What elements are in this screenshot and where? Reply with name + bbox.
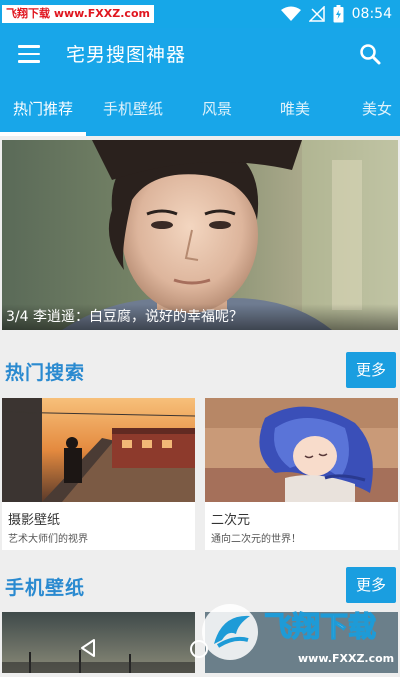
status-bar: 飞翔下载 www.FXXZ.com 08:54 — [0, 0, 400, 28]
battery-icon — [333, 5, 344, 23]
banner-image — [2, 140, 398, 330]
category-tabs: 热门推荐 手机壁纸 风景 唯美 美女 — [0, 80, 400, 136]
menu-icon[interactable] — [18, 45, 40, 63]
tab-hot-recommend[interactable]: 热门推荐 — [0, 80, 86, 136]
card-title: 摄影壁纸 — [8, 513, 61, 528]
app-bar: 宅男搜图神器 — [0, 28, 400, 80]
tab-scenery[interactable]: 风景 — [186, 80, 248, 136]
tab-beauty[interactable]: 美女 — [346, 80, 400, 136]
tab-aesthetic[interactable]: 唯美 — [264, 80, 326, 136]
no-signal-icon — [308, 6, 325, 22]
watermark-bottom-right: 飞翔下载 www.FXXZ.com — [198, 600, 398, 673]
wifi-icon — [280, 6, 301, 21]
watermark-top-left: 飞翔下载 www.FXXZ.com — [2, 5, 154, 23]
hot-search-header: 热门搜索 更多 — [0, 352, 400, 392]
banner-caption: 3/4 李逍遥：白豆腐，说好的幸福呢？ — [2, 304, 398, 330]
search-icon[interactable] — [358, 42, 382, 66]
card-image-anime — [205, 398, 398, 502]
card-title: 二次元 — [211, 513, 251, 528]
card-subtitle: 艺术大师们的视界 — [8, 534, 88, 545]
banner-carousel[interactable]: 3/4 李逍遥：白豆腐，说好的幸福呢？ — [2, 140, 398, 330]
card-image-photography — [2, 398, 195, 502]
status-icons: 08:54 — [280, 0, 392, 28]
card-anime[interactable]: 二次元 通向二次元的世界！ — [205, 398, 398, 550]
fxxz-logo: 飞翔下载 www.FXXZ.com — [202, 604, 394, 665]
card-subtitle: 通向二次元的世界！ — [211, 534, 301, 545]
hot-search-more-button[interactable]: 更多 — [346, 352, 396, 388]
section-title-hot-search: 热门搜索 — [5, 362, 86, 384]
status-time: 08:54 — [351, 6, 392, 22]
tab-indicator — [0, 132, 86, 136]
tab-phone-wallpaper[interactable]: 手机壁纸 — [90, 80, 176, 136]
section-title-phone-wallpaper: 手机壁纸 — [5, 577, 86, 599]
phone-wallpaper-more-button[interactable]: 更多 — [346, 567, 396, 603]
card-photography-wallpaper[interactable]: 摄影壁纸 艺术大师们的视界 — [2, 398, 195, 550]
back-icon[interactable] — [78, 638, 98, 658]
watermark-brand-text: 飞翔下载 — [264, 610, 376, 643]
watermark-url-text: www.FXXZ.com — [298, 652, 394, 665]
app-title: 宅男搜图神器 — [66, 44, 187, 66]
